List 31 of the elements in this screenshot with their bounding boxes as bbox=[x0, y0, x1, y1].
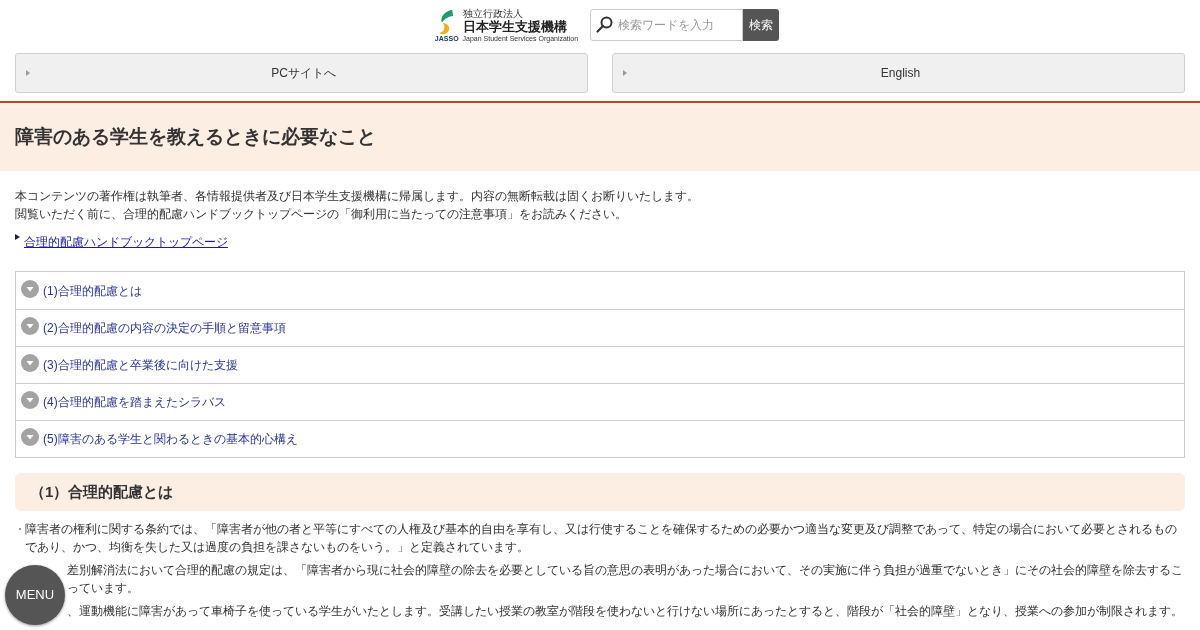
organization-name: 日本学生支援機構 bbox=[462, 18, 568, 35]
contents-item[interactable]: (2)合理的配慮の内容の決定の手順と留意事項 bbox=[16, 309, 1184, 346]
contents-item[interactable]: (1)合理的配慮とは bbox=[16, 272, 1184, 309]
site-link-button[interactable]: English bbox=[612, 53, 1185, 93]
down-triangle-circle-icon bbox=[21, 279, 39, 298]
site-link-button[interactable]: PCサイトへ bbox=[15, 53, 588, 93]
page-title: 障害のある学生を教えるときに必要なこと bbox=[15, 124, 376, 149]
body-text-line: 差別解消法において合理的配慮の規定は、「障害者から現に社会的障壁の除去を必要としている旨の意思の表明があった場合において、その実施に伴う負担が過重でないとき」にその社会的障壁を除去するこ bbox=[67, 562, 1183, 579]
logo-icon bbox=[437, 8, 456, 35]
body-paragraph: 障害者の権利に関する条約では、「障害者が他の者と平等にすべての人権及び基本的自由を享有し、又は行使することを確保するための必要かつ適当な変更及び調整であって、特定の場合において必要とされるものであり、かつ、均衡を失した又は過度の負担を課さないものをいう。」と定義されています。 bbox=[25, 521, 1178, 556]
down-triangle-circle-icon bbox=[21, 317, 39, 335]
section-heading: （1）合理的配慮とは bbox=[30, 481, 174, 502]
triangle-icon bbox=[623, 70, 627, 76]
triangle-bullet-icon bbox=[15, 234, 20, 240]
down-triangle-circle-icon bbox=[21, 391, 39, 409]
agency-type-label: 独立行政法人 bbox=[462, 7, 523, 19]
handbook-top-link[interactable]: 合理的配慮ハンドブックトップページ bbox=[24, 233, 228, 251]
body-text-line: っています。 bbox=[67, 580, 139, 597]
notice-text: 本コンテンツの著作権は執筆者、各情報提供者及び日本学生支援機構に帰属します。内容の無断転載は固くお断りいたします。 bbox=[15, 188, 700, 205]
contents-item[interactable]: (4)合理的配慮を踏まえたシラバス bbox=[16, 383, 1184, 420]
menu-button[interactable]: MENU bbox=[5, 565, 65, 625]
body-text-line: 、運動機能に障害があって車椅子を使っている学生がいたとします。受講したい授業の教室が階段を使わないと行けない場所にあったとすると、階段が「社会的障壁」となり、授業への参加が制限されます。 bbox=[67, 603, 1183, 620]
contents-item[interactable]: (5)障害のある学生と関わるときの基本的心構え bbox=[16, 420, 1184, 457]
triangle-icon bbox=[26, 70, 30, 76]
search-button[interactable]: 検索 bbox=[743, 9, 780, 41]
notice-text: 閲覧いただく前に、合理的配慮ハンドブックトップページの「御利用に当たっての注意事項」をお読みください。 bbox=[15, 206, 628, 223]
down-triangle-circle-icon bbox=[21, 428, 39, 446]
down-triangle-circle-icon bbox=[21, 354, 39, 372]
search-icon bbox=[596, 16, 614, 33]
search-field[interactable]: 検索ワードを入力 bbox=[590, 9, 744, 41]
contents-item[interactable]: (3)合理的配慮と卒業後に向けた支援 bbox=[16, 346, 1184, 383]
